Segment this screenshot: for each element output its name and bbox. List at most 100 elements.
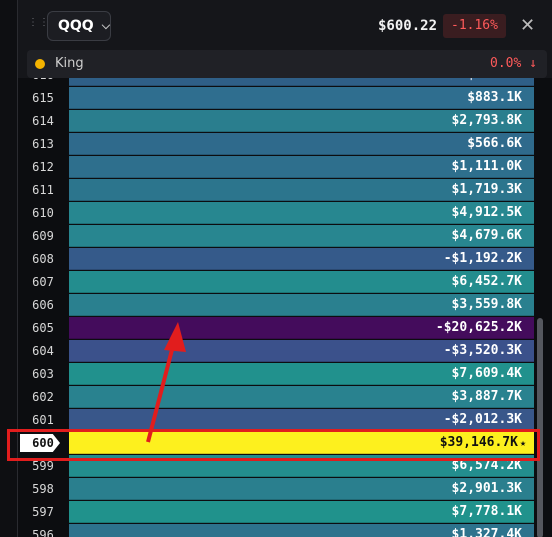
gex-value: -$347.8K bbox=[459, 78, 522, 86]
table-row[interactable]: 613 $566.6K bbox=[18, 133, 534, 155]
table-row[interactable]: 596 $1,327.4K bbox=[18, 524, 534, 537]
price-display: $600.22 bbox=[378, 18, 438, 34]
strike-price: 604 bbox=[18, 340, 68, 362]
strike-price: 599 bbox=[18, 455, 68, 477]
table-row[interactable]: 614 $2,793.8K bbox=[18, 110, 534, 132]
gex-bar: $39,146.7K ★ bbox=[69, 432, 534, 454]
gex-bar: $1,719.3K bbox=[69, 179, 534, 201]
gex-bar: $1,111.0K bbox=[69, 156, 534, 178]
chevron-down-icon: ⌵ bbox=[101, 19, 111, 32]
gex-bar: $883.1K bbox=[69, 87, 534, 109]
price-change-badge: -1.16% bbox=[443, 14, 506, 38]
table-row[interactable]: 599 $6,574.2K bbox=[18, 455, 534, 477]
table-row[interactable]: 607 $6,452.7K bbox=[18, 271, 534, 293]
gex-bar: $3,559.8K bbox=[69, 294, 534, 316]
gex-bar: $2,901.3K bbox=[69, 478, 534, 500]
table-row[interactable]: 608 -$1,192.2K bbox=[18, 248, 534, 270]
table-row[interactable]: 597 $7,778.1K bbox=[18, 501, 534, 523]
strike-price: 610 bbox=[18, 202, 68, 224]
gex-value: $2,901.3K bbox=[451, 481, 522, 496]
table-row[interactable]: 605 -$20,625.2K bbox=[18, 317, 534, 339]
strike-price: 613 bbox=[18, 133, 68, 155]
gex-bar: -$3,520.3K bbox=[69, 340, 534, 362]
strike-price: 609 bbox=[18, 225, 68, 247]
gex-bar: $6,452.7K bbox=[69, 271, 534, 293]
table-row[interactable]: 603 $7,609.4K bbox=[18, 363, 534, 385]
gex-value: -$1,192.2K bbox=[443, 251, 522, 266]
strike-price: 614 bbox=[18, 110, 68, 132]
strike-price: 612 bbox=[18, 156, 68, 178]
gex-value: $566.6K bbox=[467, 136, 522, 151]
table-row[interactable]: 604 -$3,520.3K bbox=[18, 340, 534, 362]
gex-bar: -$20,625.2K bbox=[69, 317, 534, 339]
status-dot-icon bbox=[35, 59, 45, 69]
ticker-selector-button[interactable]: QQQ ⌵ bbox=[47, 11, 111, 41]
strike-price: 607 bbox=[18, 271, 68, 293]
strike-price: 605 bbox=[18, 317, 68, 339]
gex-bar: -$2,012.3K bbox=[69, 409, 534, 431]
king-status-bar: King 0.0% ↓ bbox=[27, 50, 547, 78]
strike-price: 608 bbox=[18, 248, 68, 270]
gex-bar: $6,574.2K bbox=[69, 455, 534, 477]
table-row[interactable]: 615 $883.1K bbox=[18, 87, 534, 109]
gex-value: $39,146.7K ★ bbox=[439, 435, 526, 450]
table-row[interactable]: 602 $3,887.7K bbox=[18, 386, 534, 408]
table-row[interactable]: 598 $2,901.3K bbox=[18, 478, 534, 500]
gex-value: $6,574.2K bbox=[451, 458, 522, 473]
gex-bar: $2,793.8K bbox=[69, 110, 534, 132]
strike-price: 606 bbox=[18, 294, 68, 316]
table-row[interactable]: 612 $1,111.0K bbox=[18, 156, 534, 178]
gex-value: -$3,520.3K bbox=[443, 343, 522, 358]
strike-price: 611 bbox=[18, 179, 68, 201]
gex-value: $883.1K bbox=[467, 90, 522, 105]
gex-panel: ⋮⋮ QQQ ⌵ $600.22 -1.16% ✕ King 0.0% ↓ 61… bbox=[17, 0, 552, 537]
gex-value: -$2,012.3K bbox=[443, 412, 522, 427]
strike-price: 601 bbox=[18, 409, 68, 431]
gex-bar: $1,327.4K bbox=[69, 524, 534, 537]
king-percent: 0.0% ↓ bbox=[490, 56, 537, 71]
table-row[interactable]: 601 -$2,012.3K bbox=[18, 409, 534, 431]
gex-value: $6,452.7K bbox=[451, 274, 522, 289]
gex-value: $4,912.5K bbox=[451, 205, 522, 220]
gex-value: $4,679.6K bbox=[451, 228, 522, 243]
strike-price: 600 bbox=[18, 432, 68, 454]
gex-value: $3,559.8K bbox=[451, 297, 522, 312]
gex-bar: $7,778.1K bbox=[69, 501, 534, 523]
strike-price: 615 bbox=[18, 87, 68, 109]
strike-price: 597 bbox=[18, 501, 68, 523]
gex-bar: $4,679.6K bbox=[69, 225, 534, 247]
table-row[interactable]: 616 -$347.8K bbox=[18, 78, 534, 86]
strike-price: 603 bbox=[18, 363, 68, 385]
strike-price: 602 bbox=[18, 386, 68, 408]
drag-handle-icon[interactable]: ⋮⋮ bbox=[28, 18, 49, 34]
strike-price: 598 bbox=[18, 478, 68, 500]
gex-value: $7,609.4K bbox=[451, 366, 522, 381]
table-row[interactable]: 610 $4,912.5K bbox=[18, 202, 534, 224]
close-icon[interactable]: ✕ bbox=[520, 15, 535, 36]
ticker-label: QQQ bbox=[58, 18, 94, 34]
strike-price: 596 bbox=[18, 524, 68, 537]
gex-value: $2,793.8K bbox=[451, 113, 522, 128]
gex-value: $1,327.4K bbox=[451, 527, 522, 537]
gex-bar: $7,609.4K bbox=[69, 363, 534, 385]
scrollbar-thumb[interactable] bbox=[537, 318, 543, 537]
gex-value: $7,778.1K bbox=[451, 504, 522, 519]
table-row[interactable]: 606 $3,559.8K bbox=[18, 294, 534, 316]
king-label: King bbox=[55, 56, 84, 71]
gex-bar: -$347.8K bbox=[69, 78, 534, 86]
strike-table[interactable]: 616 -$347.8K 615 $883.1K 614 $2,793.8K 613 $566… bbox=[18, 78, 552, 537]
gex-bar: $4,912.5K bbox=[69, 202, 534, 224]
gex-value: $3,887.7K bbox=[451, 389, 522, 404]
gex-bar: $566.6K bbox=[69, 133, 534, 155]
gex-bar: -$1,192.2K bbox=[69, 248, 534, 270]
star-icon: ★ bbox=[519, 438, 526, 449]
gex-bar: $3,887.7K bbox=[69, 386, 534, 408]
strike-price: 616 bbox=[18, 78, 68, 86]
table-row[interactable]: 609 $4,679.6K bbox=[18, 225, 534, 247]
panel-header: ⋮⋮ QQQ ⌵ $600.22 -1.16% ✕ bbox=[18, 0, 552, 48]
gex-value: $1,719.3K bbox=[451, 182, 522, 197]
table-row-current[interactable]: 600 $39,146.7K ★ bbox=[18, 432, 534, 454]
table-row[interactable]: 611 $1,719.3K bbox=[18, 179, 534, 201]
gex-value: -$20,625.2K bbox=[435, 320, 522, 335]
gex-value: $1,111.0K bbox=[451, 159, 522, 174]
